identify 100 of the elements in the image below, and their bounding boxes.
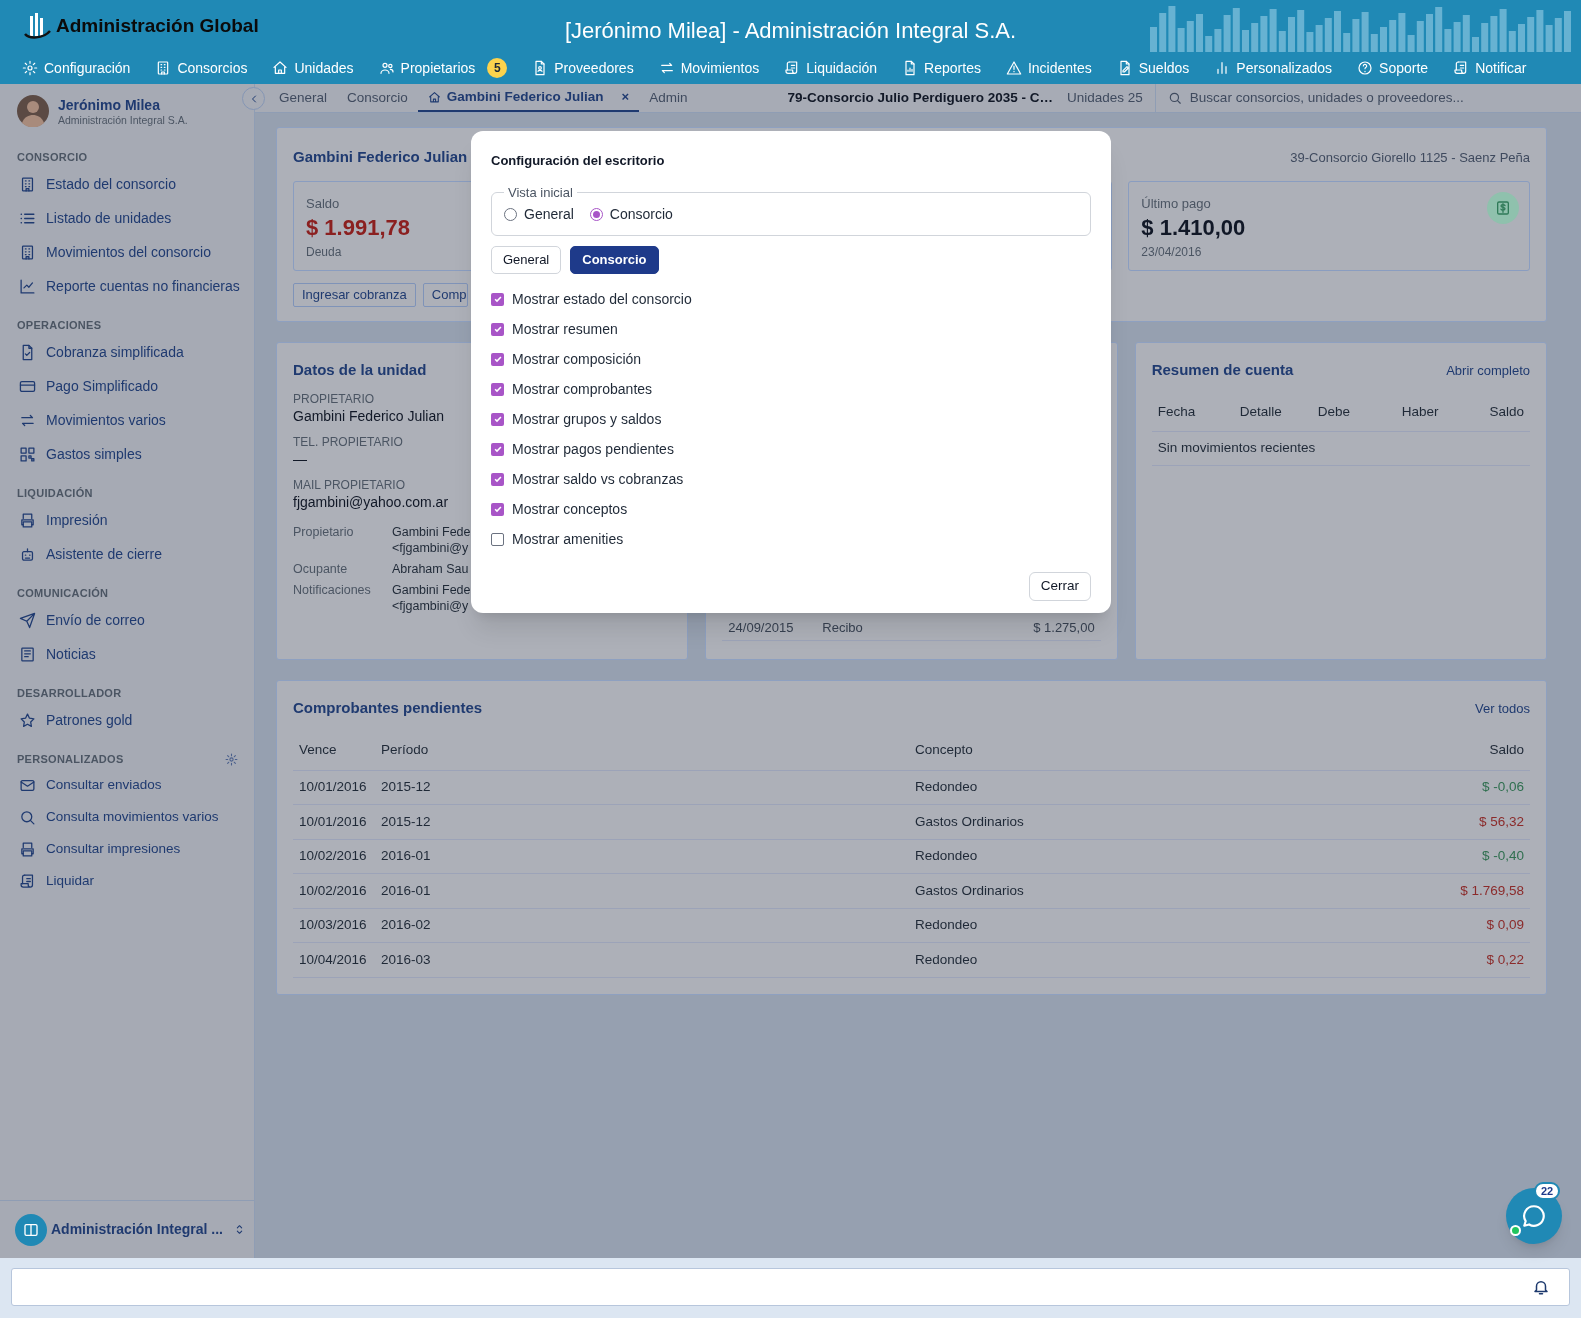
action-button[interactable]: Comp [422, 282, 469, 307]
tab[interactable]: Consorcio [337, 84, 418, 112]
card-title: Gambini Federico Julian [293, 147, 468, 167]
table-cell-text: Gastos Ordinarios [915, 881, 1025, 900]
section-heading: OPERACIONES [17, 317, 102, 333]
chat-button[interactable] [1506, 1188, 1562, 1244]
section-heading: PERSONALIZADOS [17, 751, 124, 767]
printer-icon [19, 840, 36, 858]
panel-toggle-button[interactable] [15, 1213, 47, 1246]
table-cell-text: 24/09/2015 [728, 618, 795, 637]
sidebar-item[interactable]: Patrones gold [0, 703, 254, 737]
nav-item[interactable]: Proveedores [532, 57, 634, 79]
sidebar-item[interactable]: Listado de unidades [0, 201, 254, 235]
building-icon [19, 243, 36, 261]
sidebar-item[interactable]: Asistente de cierre [0, 537, 254, 571]
checkbox[interactable] [491, 502, 504, 516]
sidebar-item[interactable]: Liquidar [0, 865, 254, 897]
sidebar-item[interactable]: Envío de correo [0, 603, 254, 637]
nav-item[interactable]: Consorcios [155, 57, 248, 79]
nav-item[interactable]: Liquidación [784, 57, 878, 79]
arrows-icon [658, 60, 675, 76]
close-button[interactable]: × [621, 87, 630, 107]
sidebar-item[interactable]: Consulta movimientos varios [0, 801, 254, 833]
contact-label: Propietario [293, 523, 355, 541]
nav-item[interactable]: Propietarios 5 [378, 57, 508, 79]
option-label: Mostrar composición [512, 349, 642, 369]
stat-label: Saldo [306, 194, 340, 213]
search-icon [19, 808, 36, 826]
open-link[interactable]: Abrir completo [1446, 360, 1530, 380]
tab[interactable]: Gambini Federico Julian × [417, 84, 640, 112]
field-label: TEL. PROPIETARIO [293, 433, 403, 450]
card-title: Datos de la unidad [293, 360, 427, 380]
sidebar-item[interactable]: Noticias [0, 637, 254, 671]
action-button[interactable]: Ingresar cobranza [293, 282, 416, 307]
nav-item[interactable]: Unidades [272, 57, 354, 79]
sidebar-item[interactable]: Pago Simplificado [0, 369, 254, 403]
table-cell-text: 10/03/2016 [299, 916, 368, 935]
checkbox[interactable] [491, 532, 504, 546]
unit-count: Unidades 25 [1067, 88, 1143, 107]
view-toggle-button[interactable]: General [491, 246, 562, 274]
checkbox[interactable] [491, 412, 504, 426]
close-button[interactable]: Cerrar [1028, 572, 1091, 601]
table-cell-text: 2016-01 [381, 847, 432, 866]
contact-value: Abraham Sau [392, 560, 469, 577]
nav-item[interactable]: Configuración [22, 57, 131, 79]
table-cell-text: 10/01/2016 [299, 812, 368, 831]
checkmark-icon [492, 444, 503, 454]
checkbox[interactable] [491, 292, 504, 306]
checkbox[interactable] [491, 322, 504, 336]
checkmark-icon [492, 354, 503, 364]
sidebar-item[interactable]: Reporte cuentas no financieras [0, 269, 254, 303]
option-label: Mostrar grupos y saldos [512, 409, 662, 429]
nav-item[interactable]: Personalizados [1214, 57, 1333, 79]
sidebar-item[interactable]: Consultar enviados [0, 769, 254, 801]
contact-value: Gambini Fede [392, 523, 471, 540]
user-company: Administración Integral S.A. [58, 113, 188, 126]
view-toggle-button[interactable]: Consorcio [570, 246, 659, 274]
panel-icon [23, 1221, 39, 1238]
organization-selector[interactable]: Administración Integral ... [51, 1219, 246, 1240]
checkmark-icon [492, 384, 503, 394]
dollar-icon [1495, 199, 1511, 216]
empty-message: Sin movimientos recientes [1157, 438, 1316, 457]
sidebar-item[interactable]: Impresión [0, 503, 254, 537]
group-legend: Vista inicial [504, 182, 577, 202]
field-value: Gambini Federico Julian [293, 406, 444, 426]
column-header: Debe [1317, 403, 1351, 422]
search-field[interactable]: Buscar consorcios, unidades o proveedores... [1189, 87, 1581, 109]
checkbox[interactable] [491, 442, 504, 456]
checkbox[interactable] [491, 352, 504, 366]
column-header: Haber [1401, 403, 1440, 422]
option-label: Mostrar amenities [512, 529, 624, 549]
section-heading: CONSORCIO [17, 149, 88, 165]
nav-item[interactable]: Movimientos [658, 57, 760, 79]
checkbox[interactable] [491, 472, 504, 486]
table-cell-text: 2016-01 [381, 881, 432, 900]
view-all-link[interactable]: Ver todos [1475, 698, 1530, 718]
column-header: Saldo [1489, 403, 1524, 422]
nav-item[interactable]: Reportes [902, 57, 981, 79]
tab[interactable]: General [269, 84, 338, 112]
nav-item[interactable]: Incidentes [1005, 57, 1092, 79]
checkmark-icon [492, 504, 503, 514]
nav-item[interactable]: Notificar [1453, 57, 1527, 79]
sidebar-item[interactable]: Gastos simples [0, 437, 254, 471]
tab[interactable]: Admin [639, 84, 698, 112]
field-value: — [293, 449, 307, 469]
help-icon [1357, 60, 1374, 76]
nav-item[interactable]: Sueldos [1116, 57, 1190, 79]
building-icon [19, 175, 36, 193]
sidebar-item[interactable]: Movimientos del consorcio [0, 235, 254, 269]
sidebar-item[interactable]: Movimientos varios [0, 403, 254, 437]
nav-item[interactable]: Soporte [1357, 57, 1429, 79]
option-label: Mostrar comprobantes [512, 379, 653, 399]
message-field[interactable] [11, 1268, 1570, 1306]
sidebar-item[interactable]: Cobranza simplificada [0, 335, 254, 369]
sidebar-item[interactable]: Estado del consorcio [0, 167, 254, 201]
table-cell-text: 2016-02 [381, 916, 432, 935]
count-badge: 5 [487, 58, 508, 78]
checkbox[interactable] [491, 382, 504, 396]
table-cell-text: $ 0,22 [1486, 950, 1524, 969]
sidebar-item[interactable]: Consultar impresiones [0, 833, 254, 865]
